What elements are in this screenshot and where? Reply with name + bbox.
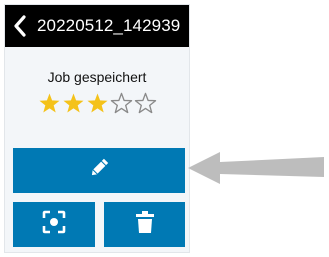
screen: 20220512_142939 Job gespeichert <box>0 0 329 257</box>
star-filled-icon[interactable] <box>38 92 61 115</box>
delete-button[interactable] <box>104 202 185 247</box>
title-bar: 20220512_142939 <box>5 5 189 47</box>
chevron-left-icon[interactable] <box>7 5 33 47</box>
focus-scan-icon <box>42 210 66 239</box>
star-filled-icon[interactable] <box>86 92 109 115</box>
star-empty-icon[interactable] <box>134 92 157 115</box>
edit-button[interactable] <box>13 148 185 193</box>
job-title: 20220512_142939 <box>37 16 181 35</box>
star-filled-icon[interactable] <box>62 92 85 115</box>
status-message: Job gespeichert <box>47 69 147 85</box>
star-empty-icon[interactable] <box>110 92 133 115</box>
trash-icon <box>135 210 155 239</box>
device-panel: 20220512_142939 Job gespeichert <box>4 4 190 253</box>
pencil-icon <box>88 157 110 184</box>
pointer-arrow-icon <box>188 152 324 184</box>
job-info: Job gespeichert <box>5 47 189 137</box>
rating-stars[interactable] <box>38 92 157 115</box>
scan-button[interactable] <box>13 202 95 247</box>
